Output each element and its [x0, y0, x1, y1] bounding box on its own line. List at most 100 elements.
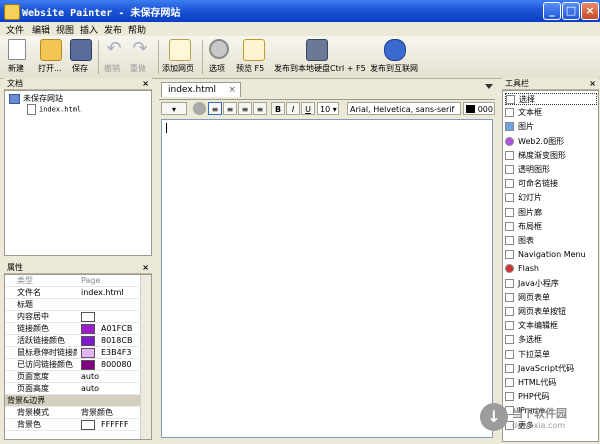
align-left-icon[interactable]: ≡ [208, 102, 222, 115]
toolbox-item[interactable]: 图表 [505, 235, 597, 247]
center-content-checkbox[interactable] [81, 311, 95, 322]
property-row[interactable]: 活跃链接颜色 8018CB [5, 335, 141, 347]
close-button[interactable]: × [581, 2, 599, 20]
underline-button[interactable]: U [301, 102, 315, 115]
property-row[interactable]: 标题 [5, 299, 141, 311]
menu-edit[interactable]: 编辑 [32, 23, 50, 36]
toolbox-item[interactable]: Navigation Menu [505, 249, 597, 261]
toolbox-item-label: Java小程序 [518, 278, 559, 288]
maximize-button[interactable]: □ [562, 2, 580, 20]
menu-publish[interactable]: 发布 [104, 23, 122, 36]
property-row[interactable]: 背景色 FFFFFF [5, 419, 141, 431]
toolbox-item[interactable]: 布局框 [505, 221, 597, 233]
publish-local-button[interactable]: 发布到本地硬盘Ctrl + F5 [274, 38, 366, 76]
toolbox-item[interactable]: 多选框 [505, 334, 597, 346]
bold-button[interactable]: B [271, 102, 285, 115]
redo-button[interactable]: ↷ 重做 [128, 38, 152, 76]
publish-web-button[interactable]: 发布到互联网 [370, 38, 420, 76]
tool-icon [505, 122, 514, 132]
menu-help[interactable]: 帮助 [128, 23, 146, 36]
toolbox-item-label: Flash [518, 264, 539, 274]
props-scrollbar[interactable] [140, 275, 151, 439]
open-label: 打开... [38, 64, 62, 73]
new-button[interactable]: 新建 [6, 38, 30, 76]
toolbox-item[interactable]: 网页表单按钮 [505, 306, 597, 318]
property-row[interactable]: 鼠标悬停时链接颜 E3B4F3 [5, 347, 141, 359]
options-button[interactable]: 选项 [207, 38, 231, 76]
property-row[interactable]: 页面宽度 auto [5, 371, 141, 383]
redo-icon: ↷ [132, 38, 148, 59]
property-row[interactable]: 链接颜色 A01FCB [5, 323, 141, 335]
toolbox-item[interactable]: 选择 [505, 93, 597, 105]
property-row[interactable]: 类型 Page [5, 275, 141, 287]
menu-view[interactable]: 视图 [56, 23, 74, 36]
color-swatch[interactable] [81, 323, 95, 334]
tool-icon [505, 193, 514, 203]
style-select[interactable]: ▾ [161, 102, 187, 115]
font-color-picker[interactable]: 000 [463, 102, 495, 115]
color-swatch[interactable] [81, 335, 95, 346]
preview-button[interactable]: 预览 F5 [236, 38, 270, 76]
property-value-text: E3B4F3 [101, 348, 132, 357]
toolbox-item[interactable]: 网页表单 [505, 292, 597, 304]
toolbox-item[interactable]: 幻灯片 [505, 192, 597, 204]
open-button[interactable]: 打开... [36, 38, 66, 76]
title-bar: Website Painter - 未保存网站 _ □ × [0, 0, 600, 22]
save-button[interactable]: 保存 [68, 38, 92, 76]
toolbox-item[interactable]: 图片廊 [505, 207, 597, 219]
toolbox-item[interactable]: HTML代码 [505, 377, 597, 389]
property-row[interactable]: 页面高度 auto [5, 383, 141, 395]
align-center-icon[interactable]: ≡ [223, 102, 237, 115]
tab-index-html[interactable]: index.html × [161, 82, 241, 97]
toolbox-item[interactable]: 透明图形 [505, 164, 597, 176]
tree-page-item[interactable]: index.html [27, 104, 81, 115]
page-canvas[interactable] [161, 119, 493, 438]
color-swatch[interactable] [81, 419, 95, 430]
property-row[interactable]: 背景&边界 [5, 395, 141, 407]
menu-file[interactable]: 文件 [6, 23, 24, 36]
add-page-label: 添加网页 [162, 64, 194, 73]
minimize-button[interactable]: _ [543, 2, 561, 20]
toolbox-item-label: 下拉菜单 [518, 349, 550, 359]
toolbar-separator [98, 40, 99, 74]
redo-label: 重做 [130, 64, 146, 73]
toolbox-item[interactable]: Web2.0图形 [505, 136, 597, 148]
toolbox-item[interactable]: JavaScript代码 [505, 363, 597, 375]
property-row[interactable]: 文件名 index.html [5, 287, 141, 299]
toolbox-close-icon[interactable]: × [589, 78, 596, 90]
tree-site-root[interactable]: 未保存网站 [9, 93, 63, 104]
toolbox-item[interactable]: 下拉菜单 [505, 349, 597, 361]
color-swatch[interactable] [81, 347, 95, 358]
toolbox-item[interactable]: Java小程序 [505, 278, 597, 290]
undo-button[interactable]: ↶ 撤销 [102, 38, 126, 76]
font-color-swatch [466, 105, 475, 113]
toolbox-item-label: 透明图形 [518, 165, 550, 174]
docs-panel-close-icon[interactable]: × [142, 78, 149, 90]
toolbox-item[interactable]: 图片 [505, 121, 597, 133]
font-family-select[interactable]: Arial, Helvetica, sans-serif [347, 102, 461, 115]
property-row[interactable]: 已访问链接颜色 800080 [5, 359, 141, 371]
toolbox-item[interactable]: PHP代码 [505, 391, 597, 403]
menu-insert[interactable]: 插入 [80, 23, 98, 36]
props-panel-close-icon[interactable]: × [142, 262, 149, 274]
tab-close-icon[interactable]: × [228, 83, 236, 98]
property-row[interactable]: 背景模式 背景颜色 [5, 407, 141, 419]
toolbox-item[interactable]: Flash [505, 263, 597, 275]
italic-button[interactable]: I [286, 102, 300, 115]
bullet-icon[interactable] [193, 102, 206, 115]
font-size-select[interactable]: 10 ▾ [317, 102, 339, 115]
color-swatch[interactable] [81, 359, 95, 370]
toolbox-item[interactable]: 文本编辑框 [505, 320, 597, 332]
add-page-button[interactable]: 添加网页 [162, 38, 196, 76]
align-justify-icon[interactable]: ≡ [253, 102, 267, 115]
property-key: 背景色 [17, 420, 41, 429]
toolbox-item[interactable]: 文本框 [505, 107, 597, 119]
toolbox-item[interactable]: 梯度渐变图形 [505, 150, 597, 162]
property-row[interactable]: 内容居中 [5, 311, 141, 323]
chevron-down-icon[interactable] [485, 84, 493, 89]
property-key: 页面宽度 [17, 372, 49, 381]
align-right-icon[interactable]: ≡ [238, 102, 252, 115]
preview-icon [243, 39, 265, 61]
preview-label: 预览 F5 [236, 64, 265, 73]
toolbox-item[interactable]: 可命名链接 [505, 178, 597, 190]
